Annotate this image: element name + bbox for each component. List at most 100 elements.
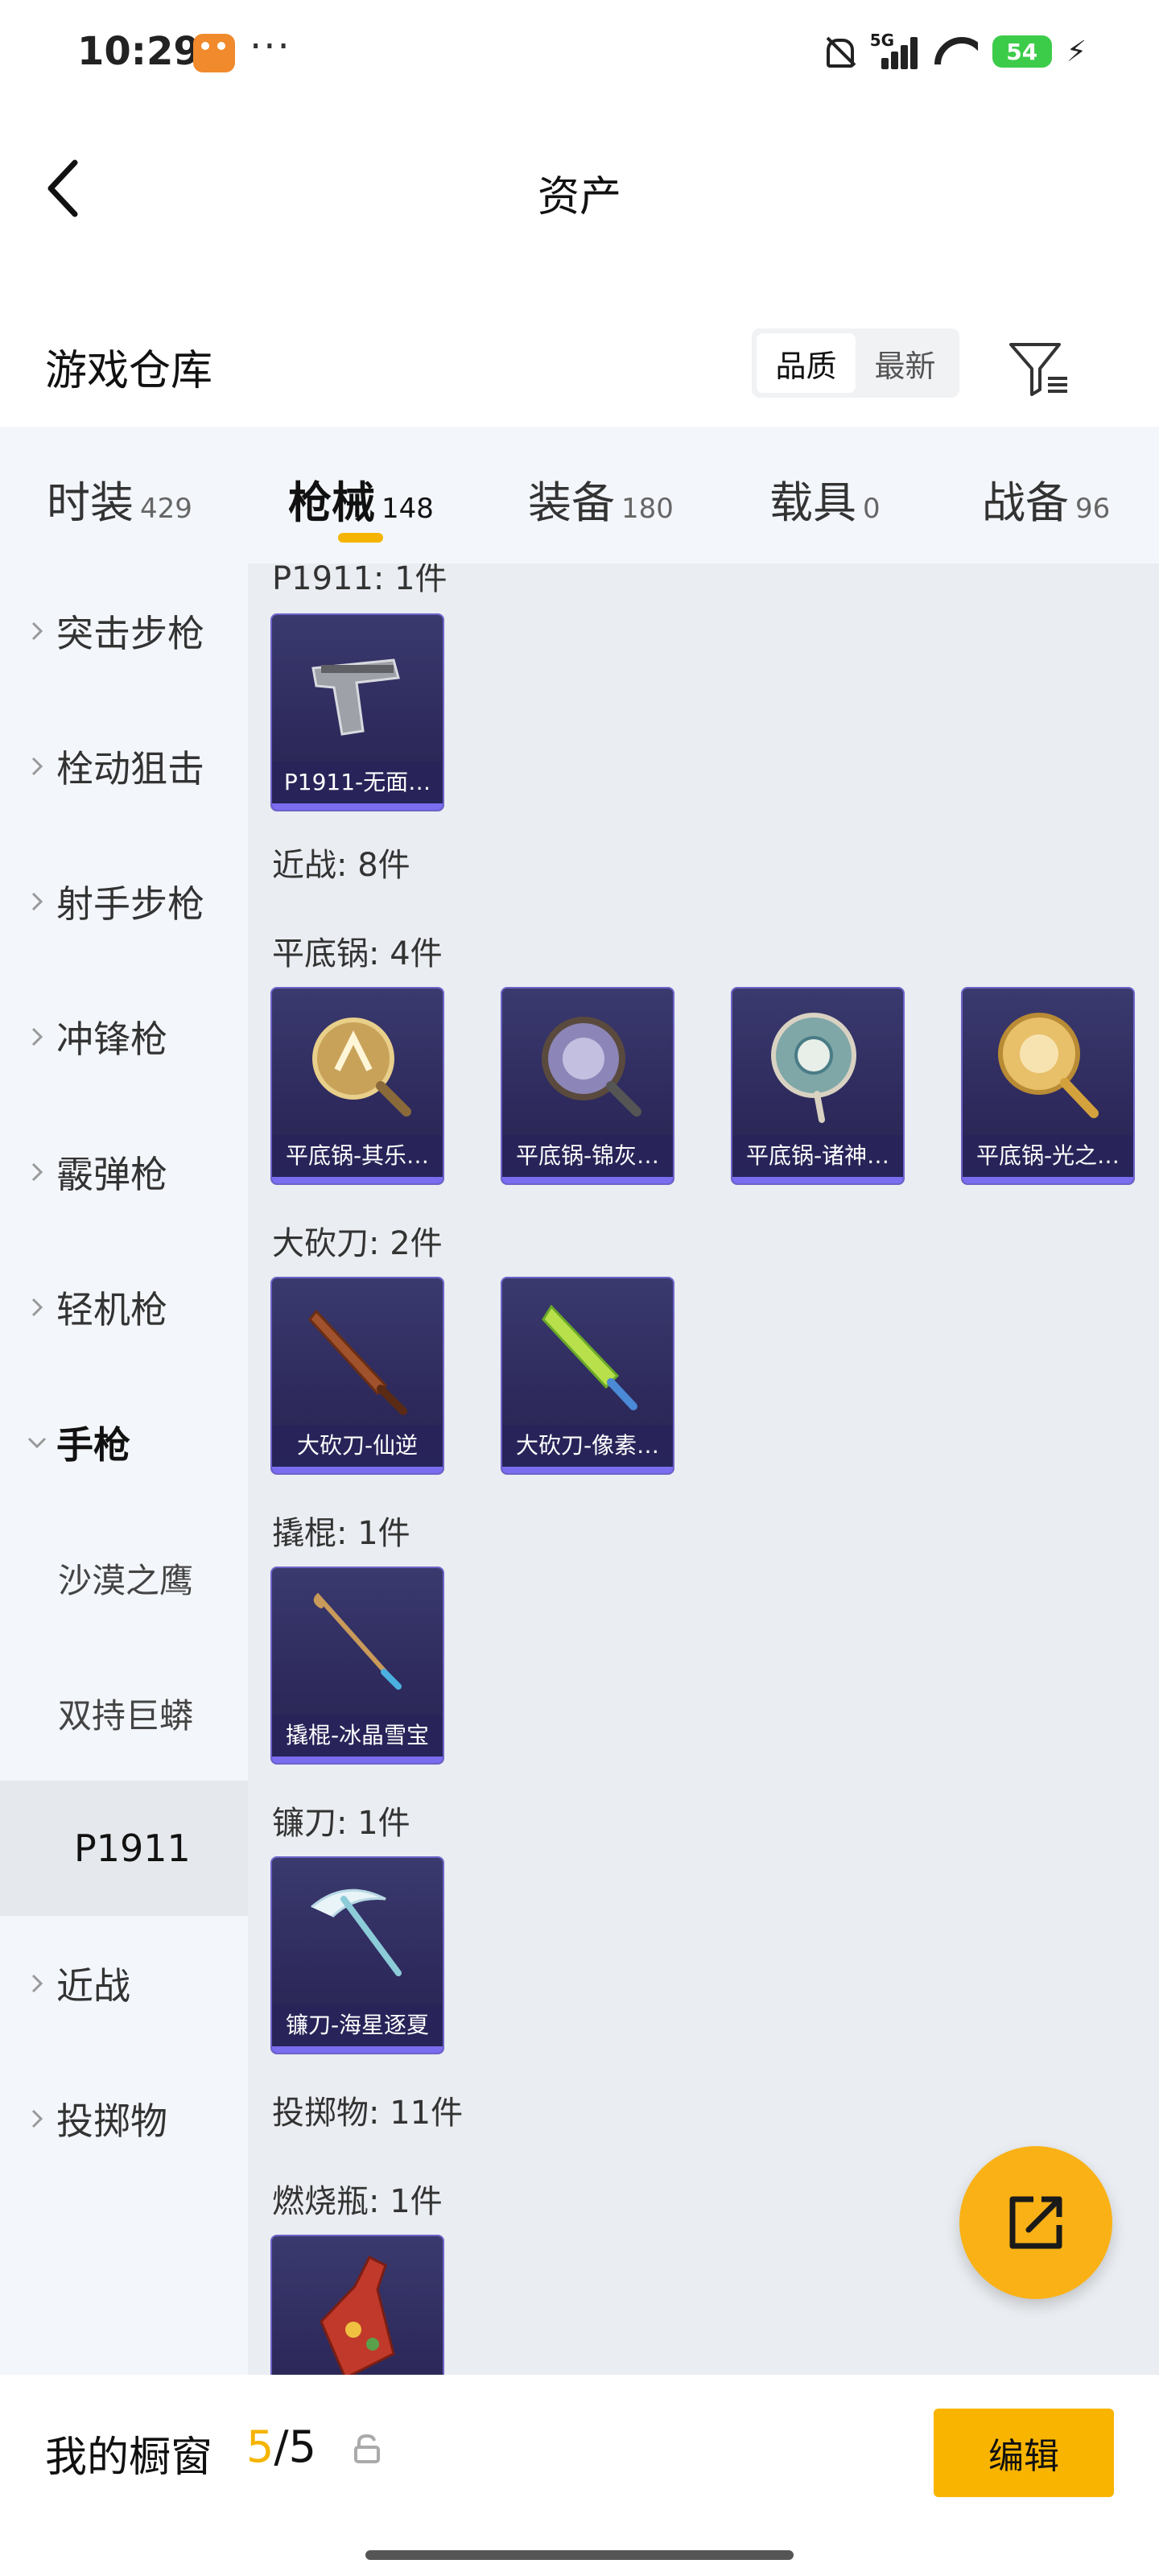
sidebar-item-label: 双持巨蟒 (58, 1695, 194, 1736)
item-name: 平底锅-诸神… (732, 1135, 903, 1177)
tab-count: 148 (382, 493, 434, 525)
sidebar-item-label: 栓动狙击 (56, 747, 204, 791)
sidebar-item-label: 沙漠之鹰 (58, 1560, 194, 1600)
showcase-count: 5/5 (246, 2421, 316, 2472)
section-title-pan: 平底锅: 4件 (272, 935, 443, 972)
sort-toggle: 品质 最新 (752, 328, 959, 398)
item-card-pan-4[interactable]: 平底锅-光之… (961, 987, 1135, 1185)
item-card-p1911[interactable]: P1911-无面… (270, 613, 444, 811)
tab-equipment[interactable]: 装备 180 (528, 427, 674, 530)
page-title: 资产 (537, 173, 621, 221)
item-name: 平底锅-光之… (963, 1135, 1133, 1177)
item-card-pan-3[interactable]: 平底锅-诸神… (731, 987, 905, 1185)
card-rarity-stripe (272, 1757, 443, 1763)
item-name: 镰刀-海星逐夏 (272, 2004, 443, 2046)
active-tab-indicator (338, 533, 383, 543)
tab-count: 429 (140, 493, 192, 525)
tab-count: 180 (621, 493, 674, 525)
sidebar-item-shotgun[interactable]: 霰弹枪 (0, 1104, 248, 1240)
card-rarity-stripe (272, 803, 443, 810)
chevron-down-icon (24, 1430, 50, 1455)
sidebar-item-p1911[interactable]: P1911 (0, 1781, 248, 1916)
section-title-molotov: 燃烧瓶: 1件 (272, 2183, 443, 2220)
card-rarity-stripe (963, 1177, 1133, 1183)
tab-label: 装备 (528, 477, 615, 528)
share-external-icon (1009, 2196, 1062, 2249)
section-title-machete: 大砍刀: 2件 (272, 1225, 443, 1262)
sidebar-item-desert-eagle[interactable]: 沙漠之鹰 (0, 1510, 248, 1645)
showcase-label: 我的橱窗 (45, 2434, 213, 2482)
sickle-icon (272, 1863, 443, 2008)
warehouse-title: 游戏仓库 (45, 347, 213, 395)
sidebar-item-bolt-sniper[interactable]: 栓动狙击 (0, 699, 248, 834)
section-title-sickle: 镰刀: 1件 (272, 1805, 410, 1842)
tab-fashion[interactable]: 时装 429 (47, 427, 192, 530)
sidebar-item-label: 射手步枪 (56, 882, 204, 926)
sidebar-item-pistol[interactable]: 手枪 (0, 1375, 248, 1510)
charging-icon: ⚡ (1066, 35, 1087, 68)
item-name: 平底锅-其乐… (272, 1135, 443, 1177)
sidebar-item-label: 投掷物 (56, 2099, 167, 2143)
item-name: 大砍刀-仙逆 (272, 1425, 443, 1467)
battery-icon: 54 (992, 35, 1052, 68)
item-name: 撬棍-冰晶雪宝 (272, 1715, 443, 1757)
home-indicator[interactable] (365, 2550, 794, 2560)
item-card-sickle[interactable]: 镰刀-海星逐夏 (270, 1856, 444, 2054)
tab-label: 枪械 (288, 477, 375, 528)
cellular-signal-icon: 5G (870, 31, 918, 69)
sidebar-item-assault-rifle[interactable]: 突击步枪 (0, 564, 248, 699)
share-fab-button[interactable] (959, 2146, 1112, 2299)
sort-by-newest-button[interactable]: 最新 (856, 333, 955, 393)
machete-icon (272, 1283, 443, 1428)
sidebar-item-label: 手枪 (56, 1423, 130, 1467)
app-notification-icon (193, 34, 235, 72)
card-rarity-stripe (272, 1467, 443, 1473)
card-rarity-stripe (502, 1177, 673, 1183)
page-header: 资产 (0, 105, 1159, 266)
item-card-pan-2[interactable]: 平底锅-锦灰… (501, 987, 674, 1185)
filter-icon (1009, 343, 1067, 396)
card-rarity-stripe (272, 2046, 443, 2053)
bottom-showcase-bar: 我的橱窗 5/5 编辑 (0, 2375, 1159, 2576)
tab-firearms[interactable]: 枪械 148 (288, 427, 434, 543)
item-name: P1911-无面… (272, 762, 443, 803)
section-title-crowbar: 撬棍: 1件 (272, 1515, 410, 1552)
item-grid[interactable]: P1911: 1件 P1911-无面… 近战: 8件 平底锅: 4件 平底锅-其… (248, 564, 1159, 2375)
more-notifications-icon: ··· (250, 24, 291, 69)
crowbar-icon (272, 1573, 443, 1718)
section-title-p1911: P1911: 1件 (272, 564, 448, 597)
molotov-icon (272, 2241, 443, 2375)
chevron-right-icon (24, 1971, 50, 1996)
section-title-melee: 近战: 8件 (272, 847, 410, 884)
edit-button[interactable]: 编辑 (934, 2409, 1114, 2497)
pistol-icon (272, 620, 443, 765)
item-name: 大砍刀-像素… (502, 1425, 673, 1467)
tab-tactical[interactable]: 战备 96 (982, 427, 1110, 530)
sidebar-item-marksman-rifle[interactable]: 射手步枪 (0, 834, 248, 969)
tab-vehicles[interactable]: 载具 0 (769, 427, 881, 530)
showcase-current: 5 (246, 2421, 274, 2472)
item-card-machete-1[interactable]: 大砍刀-仙逆 (270, 1277, 444, 1475)
sidebar-item-smg[interactable]: 冲锋枪 (0, 969, 248, 1104)
section-title-throwables: 投掷物: 11件 (272, 2095, 464, 2132)
pan-icon (502, 993, 673, 1138)
sidebar-item-dual-python[interactable]: 双持巨蟒 (0, 1645, 248, 1781)
chevron-right-icon (24, 2106, 50, 2132)
item-card-molotov[interactable] (270, 2235, 444, 2375)
pan-icon (963, 993, 1133, 1138)
tab-label: 载具 (769, 477, 856, 528)
chevron-right-icon (24, 618, 50, 644)
item-card-crowbar[interactable]: 撬棍-冰晶雪宝 (270, 1567, 444, 1765)
category-tabs: 时装 429 枪械 148 装备 180 载具 0 战备 96 (0, 427, 1159, 564)
filter-button[interactable] (1006, 336, 1070, 401)
warehouse-header: 游戏仓库 品质 最新 (0, 306, 1159, 427)
chevron-right-icon (24, 889, 50, 914)
sidebar-item-lmg[interactable]: 轻机枪 (0, 1240, 248, 1375)
subcategory-sidebar: 突击步枪 栓动狙击 射手步枪 冲锋枪 霰弹枪 轻机枪 手枪 沙漠之鹰 双持巨蟒 … (0, 564, 248, 2375)
item-card-machete-2[interactable]: 大砍刀-像素… (501, 1277, 674, 1475)
sort-by-quality-button[interactable]: 品质 (757, 333, 856, 393)
item-card-pan-1[interactable]: 平底锅-其乐… (270, 987, 444, 1185)
showcase-total: 5 (288, 2421, 316, 2472)
sidebar-item-melee[interactable]: 近战 (0, 1916, 248, 2051)
sidebar-item-throwables[interactable]: 投掷物 (0, 2051, 248, 2186)
